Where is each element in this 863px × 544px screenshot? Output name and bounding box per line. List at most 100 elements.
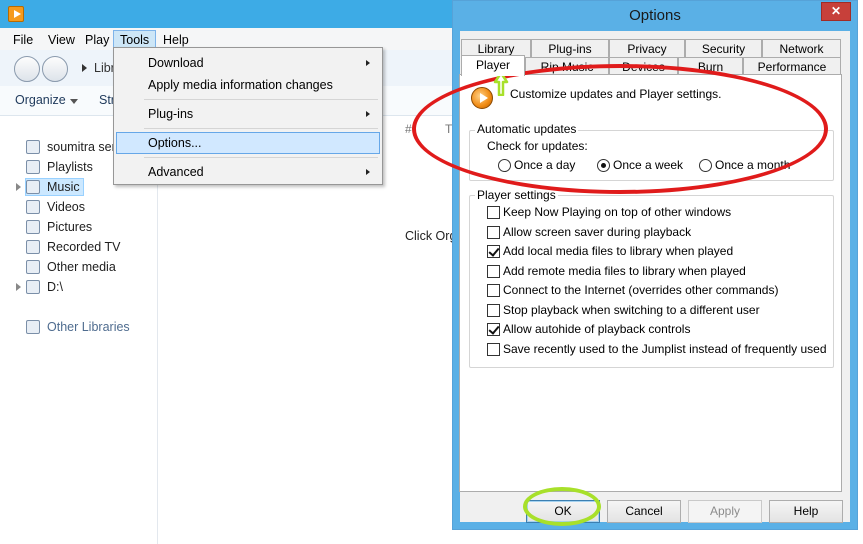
automatic-updates-group xyxy=(469,130,834,181)
tools-dropdown-menu: Download Apply media information changes… xyxy=(113,47,383,185)
menu-file[interactable]: File xyxy=(7,30,39,50)
radio-once-a-day[interactable]: Once a day xyxy=(498,157,575,173)
tab-player[interactable]: Player xyxy=(461,55,525,76)
radio-button-icon[interactable] xyxy=(498,158,511,172)
menu-item-download[interactable]: Download xyxy=(116,52,380,74)
checkbox-stop-playback-switch-user[interactable]: Stop playback when switching to a differ… xyxy=(487,302,760,318)
nav-item-label: soumitra ser xyxy=(47,140,116,154)
menu-separator xyxy=(144,157,378,158)
menu-separator xyxy=(144,99,378,100)
radio-once-a-month[interactable]: Once a month xyxy=(699,157,790,173)
nav-item-label: Videos xyxy=(47,200,85,214)
menu-item-options[interactable]: Options... xyxy=(116,132,380,154)
tab-network[interactable]: Network xyxy=(762,39,841,58)
radio-once-a-week[interactable]: Once a week xyxy=(597,157,683,173)
radio-button-icon[interactable] xyxy=(699,158,712,172)
checkbox-label: Add local media files to library when pl… xyxy=(503,244,734,258)
checkbox-label: Add remote media files to library when p… xyxy=(503,264,746,278)
radio-label: Once a week xyxy=(613,158,684,172)
checkbox-icon[interactable] xyxy=(487,283,500,297)
checkbox-add-remote-media[interactable]: Add remote media files to library when p… xyxy=(487,263,746,279)
checkbox-label: Allow screen saver during playback xyxy=(503,225,692,239)
breadcrumb[interactable]: Libr xyxy=(94,61,115,75)
player-icon xyxy=(471,87,493,109)
radio-label: Once a month xyxy=(715,158,791,172)
player-settings-intro: Customize updates and Player settings. xyxy=(510,87,722,101)
forward-button[interactable] xyxy=(42,56,68,82)
checkbox-add-local-media[interactable]: Add local media files to library when pl… xyxy=(487,243,733,259)
checkbox-icon[interactable] xyxy=(487,205,500,219)
music-icon xyxy=(26,180,40,194)
expand-arrow-icon[interactable] xyxy=(16,283,21,291)
menu-item-apply-media-info[interactable]: Apply media information changes xyxy=(116,74,380,96)
nav-item-drive-d[interactable]: D:\ xyxy=(26,278,63,296)
menu-item-label: Options... xyxy=(148,136,202,150)
libraries-icon xyxy=(26,320,40,334)
apply-button[interactable]: Apply xyxy=(688,500,762,523)
radio-button-selected-icon[interactable] xyxy=(597,158,610,172)
cancel-button[interactable]: Cancel xyxy=(607,500,681,523)
checkbox-checked-icon[interactable] xyxy=(487,322,500,336)
nav-item-other-media[interactable]: Other media xyxy=(26,258,116,276)
picture-icon xyxy=(26,220,40,234)
nav-item-other-libraries[interactable]: Other Libraries xyxy=(26,318,130,336)
automatic-updates-legend: Automatic updates xyxy=(475,122,579,136)
user-icon xyxy=(26,140,40,154)
checkbox-save-recently-used-jumplist[interactable]: Save recently used to the Jumplist inste… xyxy=(487,341,827,357)
breadcrumb-arrow-icon[interactable] xyxy=(82,64,87,72)
tab-plug-ins[interactable]: Plug-ins xyxy=(531,39,609,58)
tab-privacy[interactable]: Privacy xyxy=(609,39,685,58)
window-edge xyxy=(858,0,863,544)
dialog-title-bar[interactable]: Options ✕ xyxy=(453,1,857,31)
checkbox-label: Allow autohide of playback controls xyxy=(503,322,691,336)
nav-item-pictures[interactable]: Pictures xyxy=(26,218,92,236)
checkbox-icon[interactable] xyxy=(487,225,500,239)
menu-separator xyxy=(144,128,378,129)
column-header-number[interactable]: # xyxy=(405,122,412,136)
menu-item-plug-ins[interactable]: Plug-ins xyxy=(116,103,380,125)
nav-item-label: Recorded TV xyxy=(47,240,121,254)
nav-item-label: Music xyxy=(47,180,80,194)
checkbox-checked-icon[interactable] xyxy=(487,244,500,258)
expand-arrow-icon[interactable] xyxy=(16,183,21,191)
close-button[interactable]: ✕ xyxy=(821,2,851,21)
checkbox-icon[interactable] xyxy=(487,342,500,356)
menu-play[interactable]: Play xyxy=(79,30,115,50)
nav-item-user[interactable]: soumitra ser xyxy=(26,138,116,156)
checkbox-allow-screen-saver[interactable]: Allow screen saver during playback xyxy=(487,224,691,240)
checkbox-connect-to-internet[interactable]: Connect to the Internet (overrides other… xyxy=(487,282,778,298)
tab-security[interactable]: Security xyxy=(685,39,762,58)
tv-icon xyxy=(26,240,40,254)
nav-item-recorded-tv[interactable]: Recorded TV xyxy=(26,238,120,256)
organize-button[interactable]: Organize xyxy=(15,93,66,107)
help-button[interactable]: Help xyxy=(769,500,843,523)
ok-button[interactable]: OK xyxy=(526,500,600,523)
submenu-arrow-icon xyxy=(366,111,370,117)
menu-item-label: Advanced xyxy=(148,165,204,179)
playlist-icon xyxy=(26,160,40,174)
checkbox-label: Save recently used to the Jumplist inste… xyxy=(503,342,827,356)
back-button[interactable] xyxy=(14,56,40,82)
checkbox-icon[interactable] xyxy=(487,264,500,278)
nav-item-videos[interactable]: Videos xyxy=(26,198,85,216)
checkbox-label: Keep Now Playing on top of other windows xyxy=(503,205,732,219)
radio-label: Once a day xyxy=(514,158,576,172)
check-for-updates-label: Check for updates: xyxy=(487,139,588,153)
submenu-arrow-icon xyxy=(366,60,370,66)
menu-item-advanced[interactable]: Advanced xyxy=(116,161,380,183)
checkbox-keep-now-playing-on-top[interactable]: Keep Now Playing on top of other windows xyxy=(487,204,731,220)
checkbox-icon[interactable] xyxy=(487,303,500,317)
chevron-down-icon[interactable] xyxy=(70,99,78,104)
player-settings-legend: Player settings xyxy=(475,188,558,202)
drive-icon xyxy=(26,280,40,294)
menu-view[interactable]: View xyxy=(42,30,81,50)
menu-item-label: Download xyxy=(148,56,204,70)
checkbox-allow-autohide[interactable]: Allow autohide of playback controls xyxy=(487,321,690,337)
dialog-title: Options xyxy=(629,7,681,24)
nav-item-playlists[interactable]: Playlists xyxy=(26,158,93,176)
nav-item-label: Other media xyxy=(47,260,116,274)
nav-item-label: Playlists xyxy=(47,160,93,174)
media-player-app-icon xyxy=(8,6,24,22)
nav-item-music[interactable]: Music xyxy=(25,178,84,196)
media-icon xyxy=(26,260,40,274)
